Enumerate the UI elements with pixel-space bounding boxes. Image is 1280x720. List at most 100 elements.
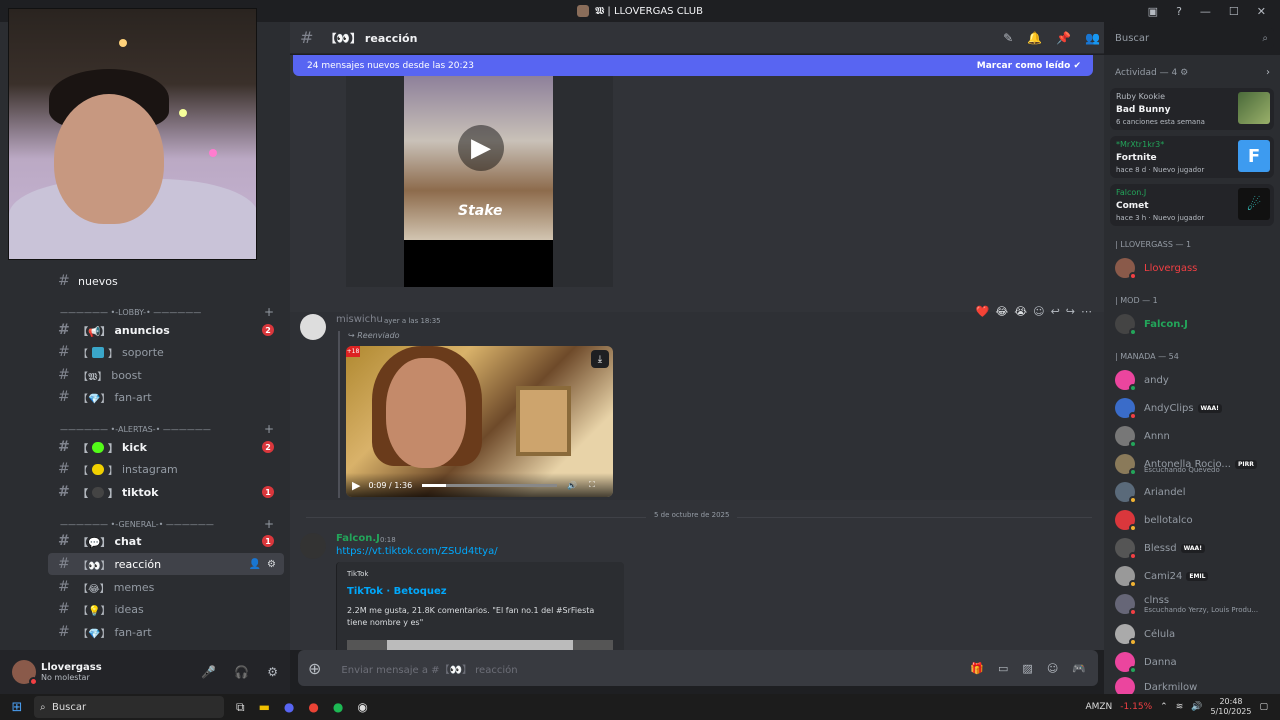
- volume-icon[interactable]: 🔊: [1191, 702, 1202, 712]
- task-view-icon[interactable]: ⧉: [236, 700, 245, 715]
- close-button[interactable]: ✕: [1257, 5, 1266, 18]
- bell-icon[interactable]: 🔔: [1027, 31, 1042, 45]
- category-general[interactable]: —————— •-GENERAL-• —————— +: [60, 517, 280, 531]
- play-icon[interactable]: ▶: [352, 479, 360, 492]
- file-explorer-icon[interactable]: ▬: [259, 700, 270, 715]
- avatar[interactable]: [300, 533, 326, 559]
- channel-tiktok[interactable]: # 【】 tiktok 1: [48, 481, 284, 503]
- members-icon[interactable]: 👥: [1085, 31, 1100, 45]
- member-item[interactable]: AndyClips WAA!: [1115, 396, 1275, 420]
- laugh-reaction-icon[interactable]: 😂: [995, 305, 1008, 318]
- invite-icon[interactable]: 👤: [249, 559, 261, 570]
- channel-instagram[interactable]: # 【】 instagram: [48, 458, 284, 480]
- clock[interactable]: 20:48 5/10/2025: [1210, 697, 1251, 717]
- settings-icon[interactable]: ⚙: [267, 559, 276, 570]
- new-messages-bar[interactable]: 24 mensajes nuevos desde las 20:23 Marca…: [293, 55, 1093, 76]
- member-item[interactable]: Falcon.J: [1115, 312, 1275, 336]
- notifications-icon[interactable]: ▢: [1259, 702, 1268, 712]
- chevron-right-icon[interactable]: ›: [1266, 67, 1270, 78]
- help-icon[interactable]: ?: [1176, 5, 1182, 18]
- member-item[interactable]: Ariandel: [1115, 480, 1275, 504]
- cry-reaction-icon[interactable]: 😭: [1014, 305, 1027, 318]
- discord-app-icon[interactable]: ●: [284, 700, 294, 715]
- channel-nuevos[interactable]: # nuevos: [48, 270, 284, 292]
- attach-icon[interactable]: ⊕: [308, 659, 321, 678]
- member-item[interactable]: Blessd WAA!: [1115, 536, 1275, 560]
- minimize-button[interactable]: —: [1200, 5, 1211, 18]
- gift-icon[interactable]: 🎁: [970, 662, 984, 675]
- wifi-icon[interactable]: ≋: [1176, 702, 1184, 712]
- mic-icon[interactable]: 🎤: [201, 665, 216, 679]
- add-channel-icon[interactable]: +: [264, 422, 274, 436]
- heart-reaction-icon[interactable]: ❤️: [976, 305, 990, 318]
- category-alertas[interactable]: —————— •-ALERTAS-• —————— +: [60, 422, 280, 436]
- settings-gear-icon[interactable]: ⚙: [267, 665, 278, 679]
- hash-icon: #: [58, 556, 70, 572]
- channel-fan-art[interactable]: # 【💎】 fan-art: [48, 386, 284, 408]
- channel-fan-art-2[interactable]: # 【💎】 fan-art: [48, 621, 284, 643]
- play-icon[interactable]: ▶: [458, 125, 504, 171]
- member-item[interactable]: Annn: [1115, 424, 1275, 448]
- mark-read-button[interactable]: Marcar como leído ✔: [977, 61, 1081, 71]
- add-channel-icon[interactable]: +: [264, 305, 274, 319]
- obs-icon[interactable]: ◉: [357, 700, 367, 715]
- headphones-icon[interactable]: 🎧: [234, 665, 249, 679]
- channel-ideas[interactable]: # 【💡】 ideas: [48, 598, 284, 620]
- channel-memes[interactable]: # 【😂】 memes: [48, 576, 284, 598]
- member-item[interactable]: Llovergass: [1115, 256, 1275, 280]
- add-channel-icon[interactable]: +: [264, 517, 274, 531]
- member-item[interactable]: Antonella Rocio... PIRR Escuchando Quevedo: [1115, 452, 1275, 476]
- taskbar-search[interactable]: ⌕ Buscar: [34, 696, 224, 718]
- member-item[interactable]: clnss Escuchando Yerzy, Louis Produ...: [1115, 592, 1275, 616]
- volume-icon[interactable]: 🔊: [567, 481, 577, 490]
- embed-thumbnail[interactable]: [347, 640, 613, 650]
- message-link[interactable]: https://vt.tiktok.com/ZSUd4ttya/: [336, 546, 498, 557]
- message-author[interactable]: miswichu: [336, 314, 383, 325]
- member-item[interactable]: bellotalco: [1115, 508, 1275, 532]
- category-lobby[interactable]: —————— •-LOBBY-• —————— +: [60, 305, 280, 319]
- channel-boost[interactable]: # 【𝖂】 boost: [48, 364, 284, 386]
- channel-soporte[interactable]: # 【】 soporte: [48, 341, 284, 363]
- video-attachment-2[interactable]: +18 ⤓ ▶ 0:09 / 1:36 🔊 ⛶: [346, 346, 613, 497]
- channel-anuncios[interactable]: # 【📢】 anuncios 2: [48, 319, 284, 341]
- member-item[interactable]: Danna: [1115, 650, 1275, 674]
- member-item[interactable]: Darkmilow: [1115, 675, 1275, 694]
- emoji-icon[interactable]: ☺: [1047, 662, 1058, 675]
- activity-card[interactable]: Ruby Kookie Bad Bunny 6 canciones esta s…: [1110, 88, 1274, 130]
- tray-overflow-icon[interactable]: ⌃: [1160, 702, 1168, 712]
- gif-icon[interactable]: ▭: [998, 662, 1008, 675]
- video-progress[interactable]: [422, 483, 558, 487]
- avatar[interactable]: [12, 660, 38, 686]
- threads-icon[interactable]: ✎: [1003, 31, 1013, 45]
- add-reaction-icon[interactable]: ☺: [1033, 305, 1044, 318]
- avatar: [1115, 370, 1137, 392]
- member-item[interactable]: andy: [1115, 368, 1275, 392]
- search-input[interactable]: Buscar ⌕: [1110, 28, 1274, 48]
- pin-icon[interactable]: 📌: [1056, 31, 1071, 45]
- message-composer[interactable]: ⊕ Enviar mensaje a #【👀】 reacción 🎁 ▭ ▨ ☺…: [298, 650, 1098, 686]
- fullscreen-icon[interactable]: ⛶: [589, 480, 595, 490]
- channel-kick[interactable]: # 【】 kick 2: [48, 436, 284, 458]
- activity-card[interactable]: *MrXtr1kr3* Fortnite hace 8 d · Nuevo ju…: [1110, 136, 1274, 178]
- inbox-icon[interactable]: ▣: [1148, 5, 1158, 18]
- video-attachment-1[interactable]: ▶ Stake: [346, 75, 613, 287]
- activity-card[interactable]: Falcon.J Comet hace 3 h · Nuevo jugador …: [1110, 184, 1274, 226]
- apps-icon[interactable]: 🎮: [1072, 662, 1086, 675]
- spotify-icon[interactable]: ●: [333, 700, 343, 715]
- sticker-icon[interactable]: ▨: [1022, 662, 1032, 675]
- member-item[interactable]: Célula: [1115, 622, 1275, 646]
- chrome-icon[interactable]: ●: [308, 700, 318, 715]
- channel-reaccion[interactable]: # 【👀】 reacción 👤 ⚙: [48, 553, 284, 575]
- reply-icon[interactable]: ↩: [1051, 305, 1060, 318]
- stock-ticker[interactable]: AMZN: [1085, 702, 1112, 712]
- message-author[interactable]: Falcon.J: [336, 533, 380, 544]
- channel-chat[interactable]: # 【💬】 chat 1: [48, 530, 284, 552]
- avatar[interactable]: [300, 314, 326, 340]
- download-icon[interactable]: ⤓: [591, 350, 609, 368]
- forward-icon[interactable]: ↪: [1066, 305, 1075, 318]
- windows-start-icon[interactable]: ⊞: [0, 700, 34, 715]
- more-icon[interactable]: ⋯: [1081, 305, 1092, 318]
- maximize-button[interactable]: ☐: [1229, 5, 1239, 18]
- embed-title[interactable]: TikTok · Betoquez: [347, 586, 447, 597]
- member-item[interactable]: Cami24 EMIL: [1115, 564, 1275, 588]
